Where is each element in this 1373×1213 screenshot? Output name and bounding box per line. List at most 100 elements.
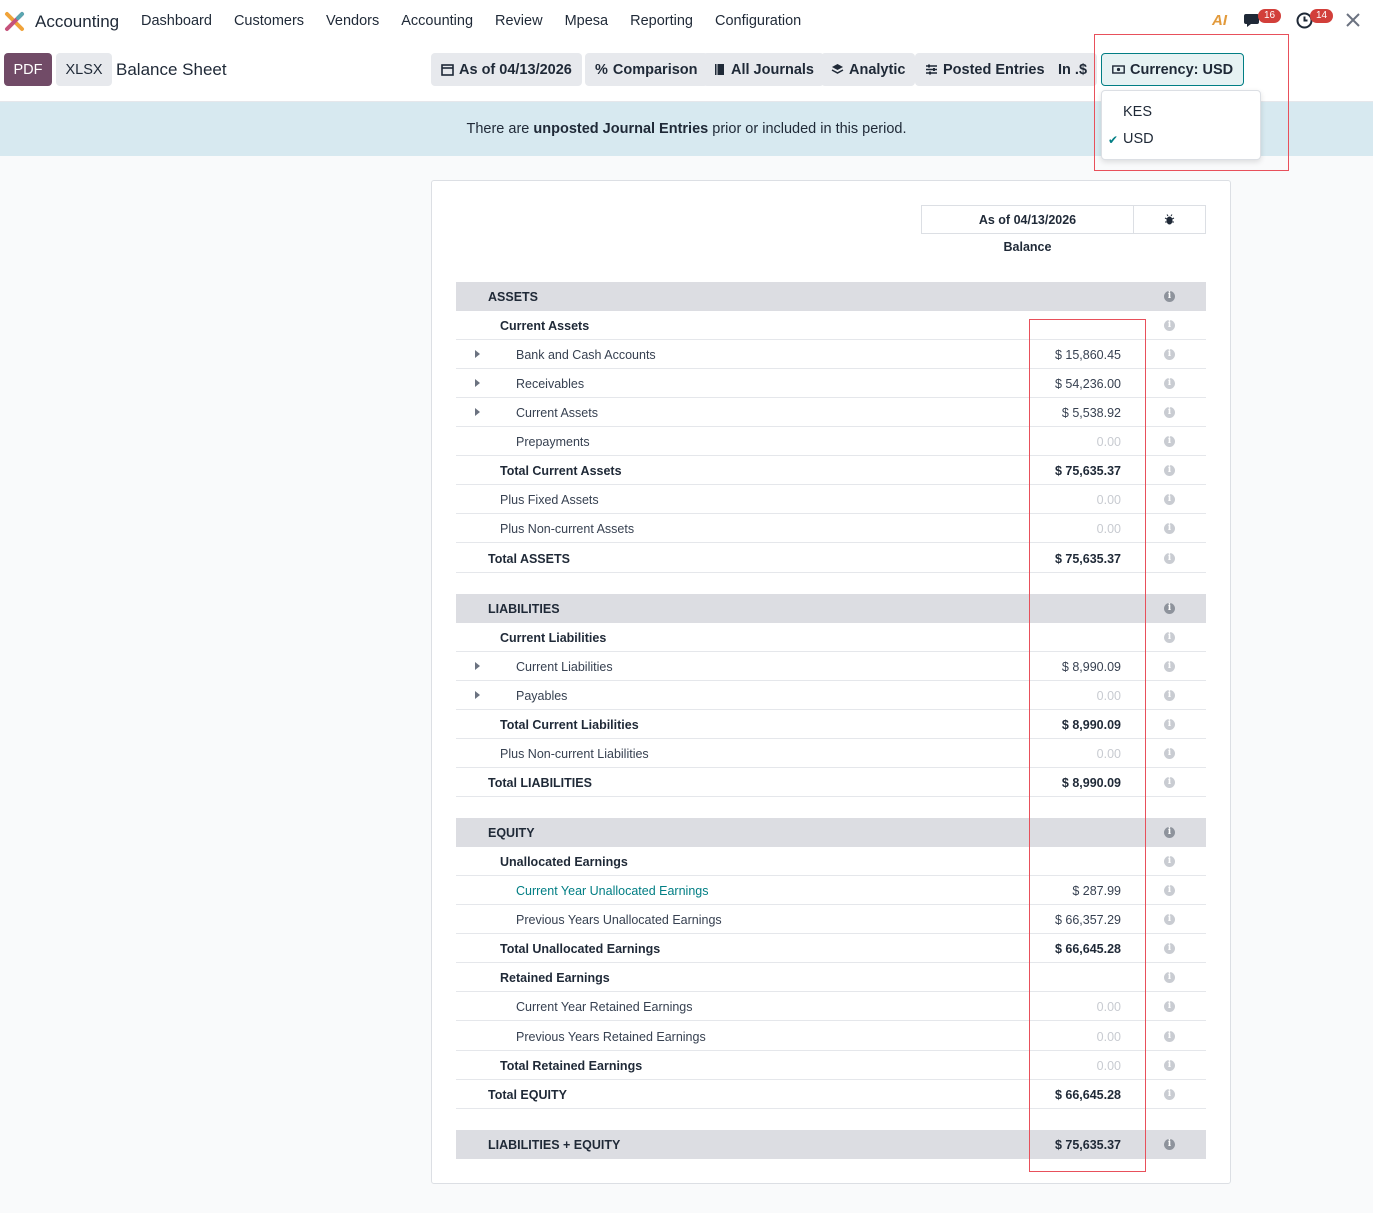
- info-icon[interactable]: i: [1164, 943, 1175, 954]
- info-icon[interactable]: i: [1164, 1031, 1175, 1042]
- banner-suffix: prior or included in this period.: [708, 121, 907, 137]
- caret-right-icon[interactable]: [475, 350, 480, 358]
- caret-right-icon[interactable]: [475, 379, 480, 387]
- row-label: Prepayments: [516, 435, 590, 449]
- info-icon[interactable]: i: [1164, 856, 1175, 867]
- info-icon[interactable]: i: [1164, 661, 1175, 672]
- menu-accounting[interactable]: Accounting: [401, 13, 473, 29]
- info-icon[interactable]: i: [1164, 553, 1175, 564]
- menu-dashboard[interactable]: Dashboard: [141, 13, 212, 29]
- journals-filter-label: All Journals: [731, 61, 814, 78]
- row-label: Payables: [516, 689, 568, 703]
- pdf-button[interactable]: PDF: [4, 53, 52, 86]
- menu-customers[interactable]: Customers: [234, 13, 304, 29]
- comparison-filter[interactable]: % Comparison: [585, 53, 708, 86]
- caret-right-icon[interactable]: [475, 408, 480, 416]
- row-label: EQUITY: [488, 826, 535, 840]
- analytic-filter-label: Analytic: [849, 61, 906, 78]
- info-icon[interactable]: i: [1164, 972, 1175, 983]
- currency-highlight-box: [1094, 34, 1289, 171]
- activities-icon[interactable]: 14: [1296, 9, 1334, 34]
- caret-right-icon[interactable]: [475, 662, 480, 670]
- info-icon[interactable]: i: [1164, 777, 1175, 788]
- info-icon[interactable]: i: [1164, 1060, 1175, 1071]
- info-icon[interactable]: i: [1164, 291, 1175, 302]
- info-icon[interactable]: i: [1164, 349, 1175, 360]
- row-label: Previous Years Unallocated Earnings: [516, 913, 722, 927]
- row-label: Plus Fixed Assets: [500, 493, 599, 507]
- in-currency-filter[interactable]: In .$: [1048, 53, 1098, 86]
- info-icon[interactable]: i: [1164, 748, 1175, 759]
- info-icon[interactable]: i: [1164, 827, 1175, 838]
- row-label: Plus Non-current Liabilities: [500, 747, 649, 761]
- info-icon[interactable]: i: [1164, 436, 1175, 447]
- row-label: Current Assets: [500, 319, 590, 333]
- row-label: Retained Earnings: [500, 971, 610, 985]
- posted-entries-filter[interactable]: Posted Entries: [915, 53, 1055, 86]
- column-header-date[interactable]: As of 04/13/2026: [921, 205, 1134, 234]
- info-icon[interactable]: i: [1164, 719, 1175, 730]
- caret-right-icon[interactable]: [475, 691, 480, 699]
- menu-vendors[interactable]: Vendors: [326, 13, 379, 29]
- main-menu: Dashboard Customers Vendors Accounting R…: [141, 13, 801, 29]
- calendar-icon: [441, 64, 454, 76]
- banner-prefix: There are: [466, 121, 534, 137]
- app-name[interactable]: Accounting: [35, 12, 119, 32]
- info-icon[interactable]: i: [1164, 523, 1175, 534]
- row-label: Total ASSETS: [488, 552, 570, 566]
- info-icon[interactable]: i: [1164, 407, 1175, 418]
- row-label: Receivables: [516, 377, 585, 391]
- row-label: LIABILITIES + EQUITY: [488, 1138, 621, 1152]
- row-label: Total Current Liabilities: [500, 718, 639, 732]
- messages-icon[interactable]: 16: [1244, 9, 1282, 34]
- info-icon[interactable]: i: [1164, 465, 1175, 476]
- row-label: Previous Years Retained Earnings: [516, 1030, 706, 1044]
- menu-review[interactable]: Review: [495, 13, 543, 29]
- info-icon[interactable]: i: [1164, 494, 1175, 505]
- row-label: Bank and Cash Accounts: [516, 348, 656, 362]
- menu-reporting[interactable]: Reporting: [630, 13, 693, 29]
- info-icon[interactable]: i: [1164, 885, 1175, 896]
- row-label: Current Liabilities: [516, 660, 613, 674]
- book-icon: [715, 64, 724, 75]
- menu-mpesa[interactable]: Mpesa: [565, 13, 609, 29]
- row-label: Total Unallocated Earnings: [500, 942, 661, 956]
- xlsx-button[interactable]: XLSX: [56, 53, 112, 86]
- info-icon[interactable]: i: [1164, 632, 1175, 643]
- info-icon[interactable]: i: [1164, 690, 1175, 701]
- ai-icon[interactable]: AI: [1212, 12, 1227, 29]
- row-label-link[interactable]: Current Year Unallocated Earnings: [516, 884, 708, 898]
- row-label: Unallocated Earnings: [500, 855, 628, 869]
- journals-filter[interactable]: All Journals: [703, 53, 824, 86]
- comparison-filter-label: Comparison: [612, 61, 698, 78]
- row-label: Total EQUITY: [488, 1088, 567, 1102]
- row-label: LIABILITIES: [488, 602, 560, 616]
- column-subheader-balance: Balance: [1003, 240, 1052, 254]
- date-filter[interactable]: As of 04/13/2026: [431, 53, 582, 86]
- section-assets[interactable]: ASSETS i: [456, 282, 1206, 311]
- balance-column-highlight-box: [1029, 319, 1146, 1172]
- info-icon[interactable]: i: [1164, 1139, 1175, 1150]
- row-label: Current Year Retained Earnings: [516, 1000, 693, 1014]
- info-icon[interactable]: i: [1164, 378, 1175, 389]
- info-icon[interactable]: i: [1164, 1089, 1175, 1100]
- sliders-icon: [926, 64, 937, 75]
- row-label: Total Retained Earnings: [500, 1059, 643, 1073]
- menu-configuration[interactable]: Configuration: [715, 13, 801, 29]
- posted-entries-filter-label: Posted Entries: [943, 61, 1045, 78]
- info-icon[interactable]: i: [1164, 320, 1175, 331]
- row-label: Plus Non-current Assets: [500, 522, 635, 536]
- in-currency-filter-label: In .$: [1058, 61, 1088, 78]
- percent-icon: %: [595, 61, 608, 78]
- info-icon[interactable]: i: [1164, 1001, 1175, 1012]
- info-icon[interactable]: i: [1164, 914, 1175, 925]
- analytic-filter[interactable]: Analytic: [821, 53, 916, 86]
- tools-icon[interactable]: [1345, 12, 1361, 33]
- bug-icon: [1164, 214, 1175, 225]
- messages-badge: 16: [1258, 9, 1282, 23]
- banner-link[interactable]: unposted Journal Entries: [533, 121, 708, 137]
- debug-button[interactable]: [1133, 205, 1206, 234]
- layers-icon: [831, 64, 844, 74]
- info-icon[interactable]: i: [1164, 603, 1175, 614]
- accounting-app-icon[interactable]: [4, 11, 25, 32]
